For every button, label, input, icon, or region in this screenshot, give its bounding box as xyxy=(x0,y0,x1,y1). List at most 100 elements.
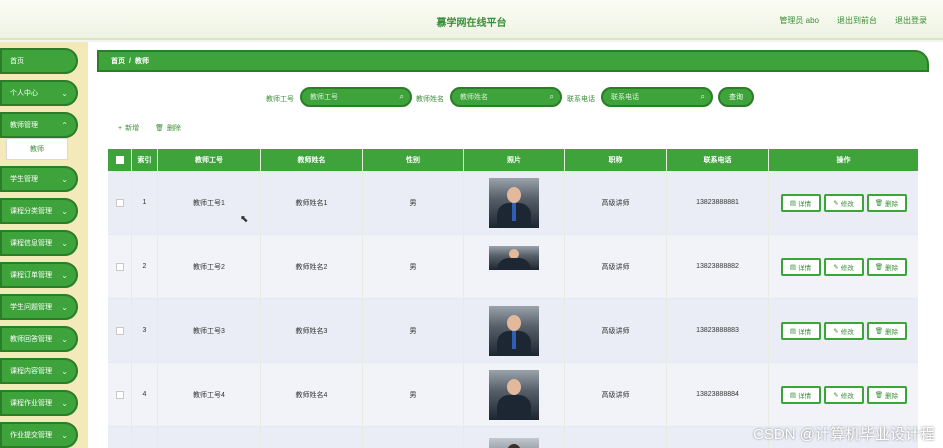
sidebar-item-label: 教师回答管理 xyxy=(10,336,52,343)
cell-gender: 男 xyxy=(363,235,464,298)
teacher-id-input[interactable]: 教师工号 ⌕ xyxy=(300,87,412,107)
teacher-photo[interactable] xyxy=(489,369,539,420)
cell-photo xyxy=(464,235,565,298)
cell-index: 1 xyxy=(132,171,158,234)
header-photo: 照片 xyxy=(464,149,565,171)
add-button[interactable]: + 新增 xyxy=(118,123,139,133)
cell-teacher-id: 教师工号4 xyxy=(158,363,261,426)
sidebar-item-homework-submissions[interactable]: 作业提交管理 ⌄ xyxy=(0,422,78,448)
bulk-delete-label: 删除 xyxy=(166,125,181,132)
sidebar-item-course-orders[interactable]: 课程订单管理 ⌄ xyxy=(0,262,78,288)
sidebar-item-label: 课程分类管理 xyxy=(10,208,52,215)
sidebar: 首页 个人中心 ⌄ 教师管理 ⌃ 教师 学生管理 ⌄ 课程分类管理 ⌄ 课程信息管理 ⌄ … xyxy=(0,42,88,448)
cell-photo xyxy=(464,299,565,362)
cell-teacher-name xyxy=(261,427,363,448)
sidebar-item-students[interactable]: 学生管理 ⌄ xyxy=(0,166,78,192)
breadcrumb-home[interactable]: 首页 xyxy=(111,56,125,66)
detail-button[interactable]: ▤ 详情 xyxy=(780,193,821,212)
trash-icon: 🗑 xyxy=(155,125,164,132)
edit-label: 修改 xyxy=(840,264,854,272)
row-checkbox[interactable] xyxy=(115,326,124,335)
cell-actions: ▤ 详情 ✎ 修改 🗑 删除 xyxy=(769,363,918,426)
detail-label: 详情 xyxy=(798,264,812,272)
search-button[interactable]: 查询 xyxy=(718,87,754,107)
chevron-down-icon: ⌄ xyxy=(61,366,68,376)
row-checkbox[interactable] xyxy=(115,262,124,271)
back-to-front-link[interactable]: 退出到前台 xyxy=(837,15,877,26)
table-row: 2 教师工号2 教师姓名2 男 高级讲师 13823888882 ▤ 详情 ✎ 修改… xyxy=(108,235,918,299)
cell-gender: 男 xyxy=(363,299,464,362)
sidebar-item-course-info[interactable]: 课程信息管理 ⌄ xyxy=(0,230,78,256)
cell-photo xyxy=(464,171,565,234)
edit-label: 修改 xyxy=(840,200,854,208)
row-select-cell xyxy=(108,235,132,298)
edit-label: 修改 xyxy=(840,328,854,336)
bulk-delete-button[interactable]: 🗑 删除 xyxy=(155,123,181,133)
edit-icon: ✎ xyxy=(833,199,839,207)
sidebar-item-label: 教师管理 xyxy=(10,122,38,129)
header-actions: 操作 xyxy=(836,157,851,164)
sidebar-item-student-questions[interactable]: 学生问题管理 ⌄ xyxy=(0,294,78,320)
cell-title xyxy=(565,427,667,448)
breadcrumb: 首页 / 教师 xyxy=(97,50,929,72)
detail-button[interactable]: ▤ 详情 xyxy=(780,385,821,404)
cell-title: 高级讲师 xyxy=(565,299,667,362)
teacher-photo[interactable] xyxy=(489,177,539,228)
trash-icon: 🗑 xyxy=(874,327,884,335)
row-select-cell xyxy=(108,171,132,234)
sidebar-item-course-homework[interactable]: 课程作业管理 ⌄ xyxy=(0,390,78,416)
cell-teacher-name: 教师姓名1 xyxy=(261,171,363,234)
delete-button[interactable]: 🗑 删除 xyxy=(866,321,907,340)
edit-button[interactable]: ✎ 修改 xyxy=(823,385,864,404)
row-checkbox[interactable] xyxy=(115,198,124,207)
sidebar-item-label: 课程订单管理 xyxy=(10,272,52,279)
teacher-photo[interactable] xyxy=(489,245,539,270)
submenu-teacher[interactable]: 教师 xyxy=(6,138,68,160)
table-toolbar: + 新增 🗑 删除 xyxy=(118,123,181,133)
sidebar-item-course-content[interactable]: 课程内容管理 ⌄ xyxy=(0,358,78,384)
header-gender: 性别 xyxy=(363,149,464,171)
search-bar: 教师工号 教师工号 ⌕ 教师姓名 教师姓名 ⌕ 联系电话 联系电话 ⌕ 查询 xyxy=(88,87,943,109)
search-label-teacher-name: 教师姓名 xyxy=(416,96,444,103)
edit-button[interactable]: ✎ 修改 xyxy=(823,193,864,212)
phone-placeholder: 联系电话 xyxy=(611,94,639,101)
cell-phone: 13823888881 xyxy=(667,171,769,234)
row-checkbox[interactable] xyxy=(115,390,124,399)
detail-icon: ▤ xyxy=(789,199,797,207)
cell-teacher-name: 教师姓名2 xyxy=(261,235,363,298)
table-header: 索引 教师工号 教师姓名 性别 照片 职称 联系电话 操作 xyxy=(108,149,918,171)
top-header: 慕学网在线平台 管理员 abo 退出到前台 退出登录 xyxy=(0,0,943,40)
select-all-checkbox[interactable] xyxy=(115,156,124,164)
cell-actions: ▤ 详情 ✎ 修改 🗑 删除 xyxy=(769,235,918,298)
admin-user-link[interactable]: 管理员 abo xyxy=(779,15,819,26)
detail-button[interactable]: ▤ 详情 xyxy=(780,257,821,276)
phone-input[interactable]: 联系电话 ⌕ xyxy=(601,87,713,107)
teacher-table: 索引 教师工号 教师姓名 性别 照片 职称 联系电话 操作 1 教师工号1 教师… xyxy=(108,149,918,448)
search-label-phone: 联系电话 xyxy=(567,96,595,103)
delete-button[interactable]: 🗑 删除 xyxy=(866,385,907,404)
breadcrumb-current: 教师 xyxy=(134,58,149,65)
row-select-cell xyxy=(108,299,132,362)
trash-icon: 🗑 xyxy=(874,391,884,399)
sidebar-item-label: 个人中心 xyxy=(10,90,38,97)
sidebar-item-teachers[interactable]: 教师管理 ⌃ xyxy=(0,112,78,138)
delete-button[interactable]: 🗑 删除 xyxy=(866,193,907,212)
sidebar-item-profile[interactable]: 个人中心 ⌄ xyxy=(0,80,78,106)
detail-button[interactable]: ▤ 详情 xyxy=(780,321,821,340)
select-all-cell xyxy=(108,149,132,171)
delete-label: 删除 xyxy=(885,328,899,336)
sidebar-item-label: 首页 xyxy=(10,58,24,65)
teacher-name-input[interactable]: 教师姓名 ⌕ xyxy=(450,87,562,107)
teacher-photo[interactable] xyxy=(489,437,539,448)
delete-button[interactable]: 🗑 删除 xyxy=(866,257,907,276)
sidebar-item-course-categories[interactable]: 课程分类管理 ⌄ xyxy=(0,198,78,224)
header-phone: 联系电话 xyxy=(667,149,769,171)
edit-button[interactable]: ✎ 修改 xyxy=(823,257,864,276)
detail-label: 详情 xyxy=(798,200,812,208)
logout-link[interactable]: 退出登录 xyxy=(895,15,927,26)
sidebar-item-home[interactable]: 首页 xyxy=(0,48,78,74)
edit-button[interactable]: ✎ 修改 xyxy=(823,321,864,340)
sidebar-item-teacher-answers[interactable]: 教师回答管理 ⌄ xyxy=(0,326,78,352)
cell-gender: 男 xyxy=(363,171,464,234)
teacher-photo[interactable] xyxy=(489,305,539,356)
